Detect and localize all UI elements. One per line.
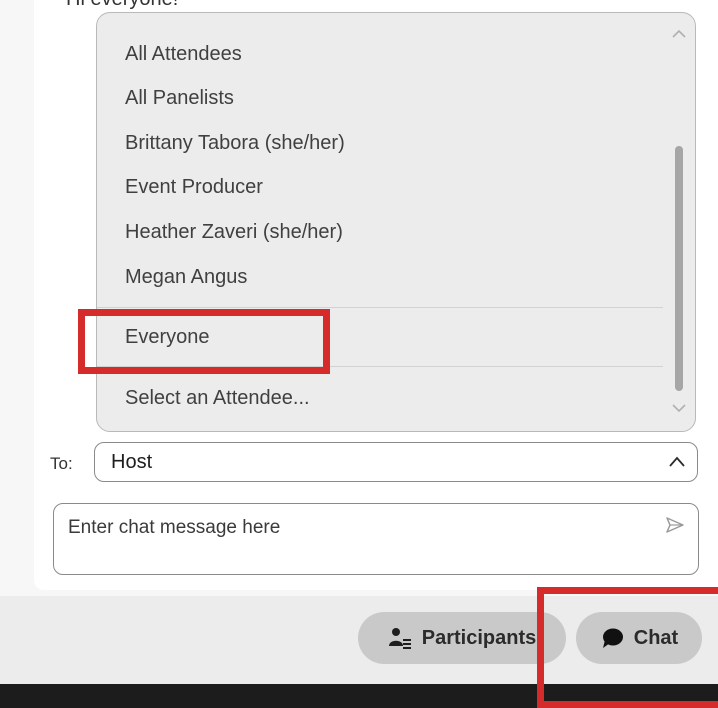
participants-button[interactable]: Participants	[358, 612, 566, 664]
chat-message-partial: Hi everyone!	[66, 0, 178, 11]
to-label: To:	[50, 454, 73, 473]
recipient-select[interactable]: Host	[94, 442, 698, 482]
bottom-edge-strip	[0, 684, 718, 708]
chevron-up-icon[interactable]	[667, 452, 687, 472]
chat-panel: Hi everyone! All Attendees All Panelists…	[0, 0, 718, 596]
dropdown-item-select-attendee[interactable]: Select an Attendee...	[125, 387, 310, 410]
recipient-dropdown-list: All Attendees All Panelists Brittany Tab…	[96, 12, 696, 432]
chat-bubble-icon	[602, 628, 623, 648]
dropdown-item-brittany-tabora[interactable]: Brittany Tabora (she/her)	[125, 132, 345, 155]
chat-message-input[interactable]	[66, 512, 650, 544]
dropdown-item-everyone[interactable]: Everyone	[125, 326, 210, 349]
send-icon[interactable]	[664, 514, 686, 536]
dropdown-item-heather-zaveri[interactable]: Heather Zaveri (she/her)	[125, 221, 343, 244]
dropdown-item-all-attendees[interactable]: All Attendees	[125, 43, 242, 66]
chat-button-label: Chat	[633, 626, 679, 649]
dropdown-scrollbar[interactable]	[665, 13, 695, 431]
participants-icon	[388, 628, 411, 649]
recipient-selected-value: Host	[111, 451, 153, 473]
dropdown-item-all-panelists[interactable]: All Panelists	[125, 87, 234, 110]
chat-button[interactable]: Chat	[576, 612, 702, 664]
dropdown-divider	[97, 366, 663, 367]
participants-button-label: Participants	[421, 626, 537, 649]
scrollbar-thumb[interactable]	[675, 146, 683, 391]
dropdown-item-event-producer[interactable]: Event Producer	[125, 176, 263, 199]
chat-message-box[interactable]	[53, 503, 699, 575]
dropdown-item-megan-angus[interactable]: Megan Angus	[125, 266, 247, 289]
chevron-up-icon[interactable]	[671, 27, 687, 41]
dropdown-divider	[97, 307, 663, 308]
chevron-down-icon[interactable]	[671, 401, 687, 415]
